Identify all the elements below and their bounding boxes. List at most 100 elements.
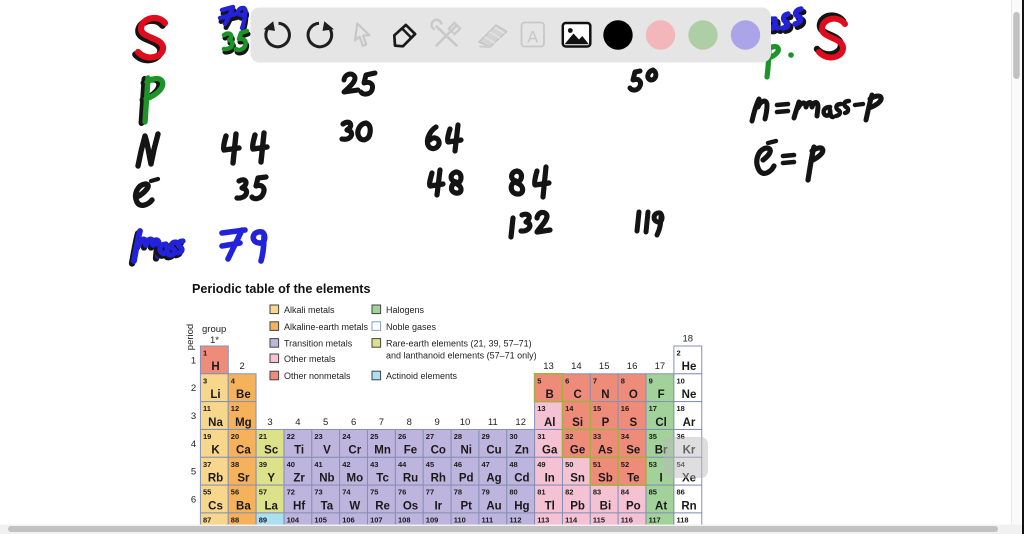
svg-text:56: 56 bbox=[231, 488, 239, 497]
svg-text:20: 20 bbox=[231, 432, 239, 441]
svg-text:80: 80 bbox=[509, 488, 517, 497]
svg-text:15: 15 bbox=[593, 404, 601, 413]
svg-text:Hg: Hg bbox=[514, 500, 529, 512]
svg-text:Mo: Mo bbox=[346, 473, 363, 485]
svg-text:I: I bbox=[659, 473, 662, 485]
svg-text:W: W bbox=[349, 500, 360, 512]
svg-text:84: 84 bbox=[621, 488, 630, 497]
svg-text:112: 112 bbox=[509, 516, 521, 525]
svg-text:25: 25 bbox=[370, 432, 378, 441]
svg-text:and lanthanoid elements (57–71: and lanthanoid elements (57–71 only) bbox=[386, 351, 537, 361]
svg-text:Ne: Ne bbox=[682, 389, 697, 401]
svg-text:45: 45 bbox=[426, 460, 434, 469]
svg-text:85: 85 bbox=[649, 488, 657, 497]
svg-text:La: La bbox=[264, 500, 278, 512]
svg-text:46: 46 bbox=[454, 460, 462, 469]
svg-text:K: K bbox=[211, 445, 220, 457]
svg-text:32: 32 bbox=[565, 432, 573, 441]
svg-text:Li: Li bbox=[210, 389, 220, 401]
svg-text:Po: Po bbox=[626, 500, 641, 512]
svg-text:26: 26 bbox=[398, 432, 406, 441]
svg-text:Cu: Cu bbox=[486, 445, 501, 457]
svg-text:Cr: Cr bbox=[348, 445, 361, 457]
svg-text:Si: Si bbox=[572, 417, 583, 429]
svg-text:43: 43 bbox=[370, 460, 378, 469]
svg-text:113: 113 bbox=[537, 516, 549, 525]
svg-text:1: 1 bbox=[191, 355, 196, 366]
svg-text:83: 83 bbox=[593, 488, 601, 497]
svg-text:Actinoid elements: Actinoid elements bbox=[386, 371, 458, 381]
svg-text:5: 5 bbox=[537, 376, 541, 385]
svg-text:Te: Te bbox=[627, 473, 640, 485]
svg-text:2: 2 bbox=[677, 349, 681, 358]
svg-text:31: 31 bbox=[537, 432, 545, 441]
svg-text:74: 74 bbox=[342, 488, 351, 497]
svg-text:33: 33 bbox=[593, 432, 601, 441]
svg-text:21: 21 bbox=[259, 432, 267, 441]
svg-text:Rb: Rb bbox=[208, 473, 223, 485]
svg-text:Cl: Cl bbox=[655, 417, 667, 429]
svg-text:Ru: Ru bbox=[403, 473, 418, 485]
svg-text:Tc: Tc bbox=[376, 473, 389, 485]
svg-text:Zr: Zr bbox=[293, 473, 305, 485]
svg-text:Cd: Cd bbox=[514, 473, 529, 485]
svg-text:111: 111 bbox=[482, 516, 494, 525]
svg-text:42: 42 bbox=[342, 460, 350, 469]
svg-text:8: 8 bbox=[407, 417, 412, 428]
svg-text:2: 2 bbox=[191, 383, 196, 394]
svg-text:39: 39 bbox=[259, 460, 267, 469]
svg-text:27: 27 bbox=[426, 432, 434, 441]
svg-text:6: 6 bbox=[565, 376, 569, 385]
svg-text:4: 4 bbox=[191, 439, 196, 450]
svg-text:At: At bbox=[655, 500, 667, 512]
svg-text:49: 49 bbox=[537, 460, 545, 469]
svg-text:15: 15 bbox=[599, 361, 610, 372]
svg-text:As: As bbox=[598, 445, 613, 457]
svg-text:Au: Au bbox=[486, 500, 501, 512]
svg-text:Ti: Ti bbox=[294, 445, 304, 457]
svg-text:Ga: Ga bbox=[542, 445, 558, 457]
svg-text:41: 41 bbox=[314, 460, 322, 469]
svg-text:76: 76 bbox=[398, 488, 406, 497]
svg-text:C: C bbox=[573, 389, 581, 401]
svg-text:N: N bbox=[601, 389, 609, 401]
svg-text:117: 117 bbox=[649, 516, 661, 525]
svg-text:Y: Y bbox=[267, 473, 275, 485]
svg-text:Bi: Bi bbox=[600, 500, 612, 512]
svg-text:9: 9 bbox=[434, 417, 439, 428]
svg-text:16: 16 bbox=[621, 404, 629, 413]
svg-text:34: 34 bbox=[621, 432, 630, 441]
svg-text:O: O bbox=[629, 389, 638, 401]
svg-text:Pb: Pb bbox=[570, 500, 585, 512]
svg-text:Ta: Ta bbox=[321, 500, 334, 512]
svg-text:Pd: Pd bbox=[459, 473, 474, 485]
svg-text:Ba: Ba bbox=[236, 500, 251, 512]
svg-text:77: 77 bbox=[426, 488, 434, 497]
svg-text:47: 47 bbox=[482, 460, 490, 469]
svg-text:13: 13 bbox=[543, 361, 554, 372]
svg-text:1*: 1* bbox=[210, 335, 219, 346]
svg-text:1: 1 bbox=[203, 349, 207, 358]
svg-text:Alkaline-earth metals: Alkaline-earth metals bbox=[284, 322, 369, 332]
svg-text:9: 9 bbox=[649, 376, 653, 385]
svg-text:30: 30 bbox=[509, 432, 517, 441]
svg-text:17: 17 bbox=[649, 404, 657, 413]
svg-text:Mn: Mn bbox=[374, 445, 391, 457]
svg-text:He: He bbox=[682, 361, 697, 373]
svg-text:48: 48 bbox=[509, 460, 517, 469]
svg-text:7: 7 bbox=[593, 376, 597, 385]
svg-text:81: 81 bbox=[537, 488, 545, 497]
svg-text:Mg: Mg bbox=[235, 417, 252, 429]
svg-text:Sb: Sb bbox=[598, 473, 613, 485]
svg-text:Pt: Pt bbox=[460, 500, 472, 512]
svg-text:11: 11 bbox=[488, 417, 498, 428]
svg-text:89: 89 bbox=[259, 516, 267, 525]
svg-text:H: H bbox=[211, 361, 219, 373]
svg-text:44: 44 bbox=[398, 460, 407, 469]
svg-text:57: 57 bbox=[259, 488, 267, 497]
svg-text:72: 72 bbox=[287, 488, 295, 497]
svg-text:Fe: Fe bbox=[404, 445, 417, 457]
svg-text:82: 82 bbox=[565, 488, 573, 497]
svg-text:114: 114 bbox=[565, 516, 578, 525]
svg-text:Other metals: Other metals bbox=[284, 354, 336, 364]
